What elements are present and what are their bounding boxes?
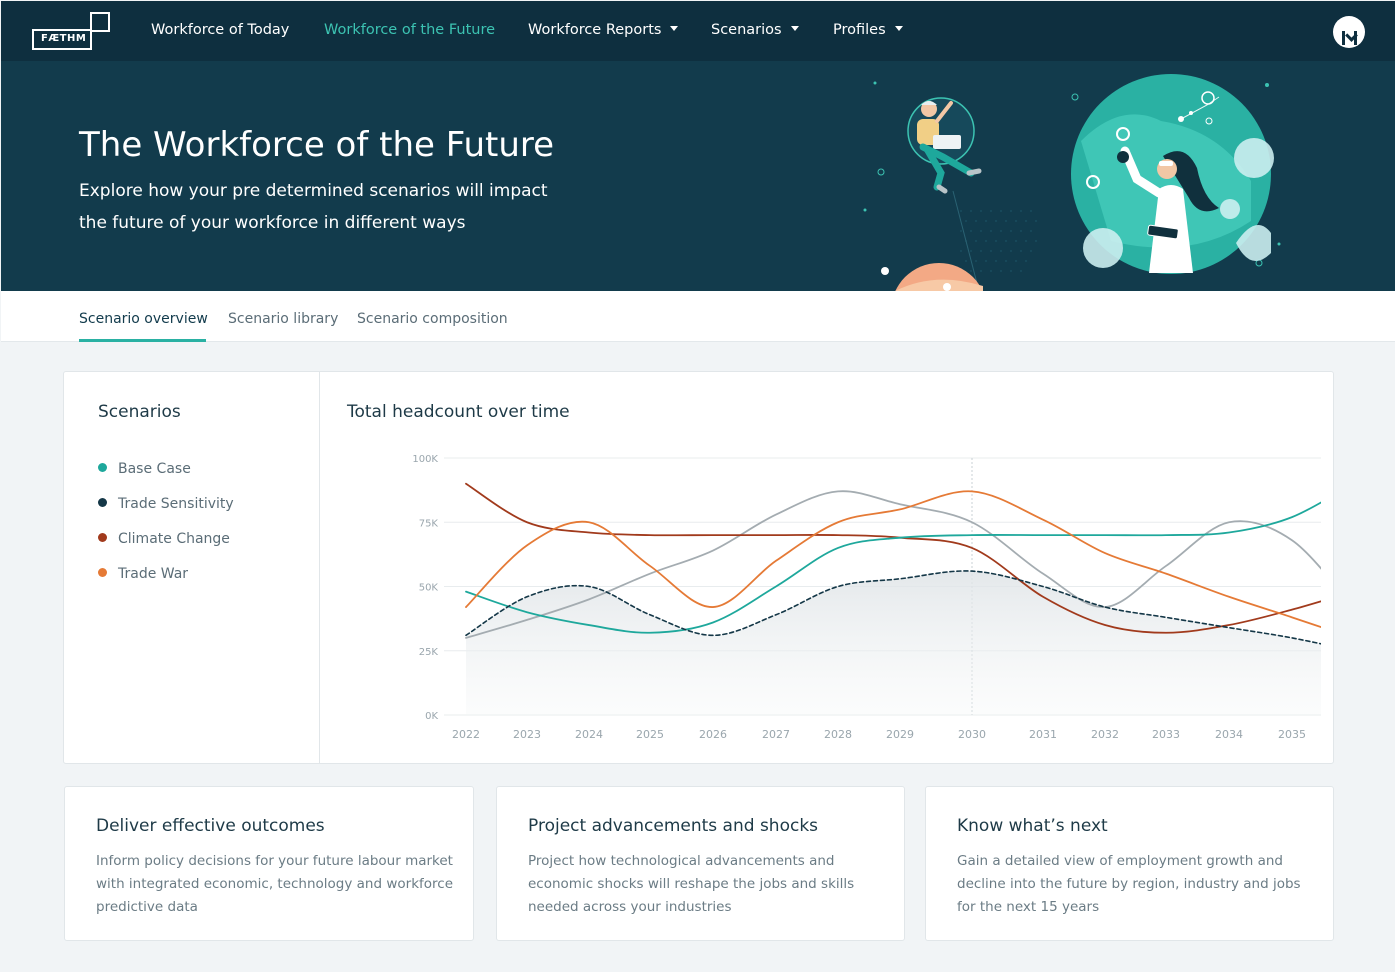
top-navigation-bar: FÆTHM Workforce of Today Workforce of th… — [1, 1, 1395, 61]
legend-item-trade-sensitivity[interactable]: Trade Sensitivity — [98, 496, 234, 512]
nav-scenarios[interactable]: Scenarios — [711, 22, 799, 38]
chevron-down-icon — [894, 25, 903, 31]
nav-label: Workforce Reports — [528, 22, 662, 38]
logo-text: FÆTHM — [41, 33, 87, 44]
tab-scenario-library[interactable]: Scenario library — [228, 311, 338, 327]
hero-subtitle: Explore how your pre determined scenario… — [79, 181, 548, 233]
x-tick-label: 2032 — [1091, 728, 1119, 741]
legend-dot — [98, 463, 107, 472]
x-tick-label: 2025 — [636, 728, 664, 741]
legend-item-base-case[interactable]: Base Case — [98, 461, 191, 477]
info-card-title: Project advancements and shocks — [528, 816, 819, 836]
hero-banner: The Workforce of the Future Explore how … — [1, 61, 1395, 291]
x-tick-label: 2033 — [1152, 728, 1180, 741]
x-tick-label: 2027 — [762, 728, 790, 741]
nav-label: Scenarios — [711, 22, 782, 38]
chevron-down-icon — [790, 25, 799, 31]
legend-dot — [98, 568, 107, 577]
legend-label: Trade War — [118, 566, 189, 582]
x-tick-label: 2035 — [1278, 728, 1306, 741]
x-tick-label: 2028 — [824, 728, 852, 741]
x-tick-label: 2030 — [958, 728, 986, 741]
scenario-overview-card: Scenarios Base Case Trade Sensitivity Cl… — [63, 371, 1334, 764]
nav-label: Workforce of Today — [151, 22, 290, 38]
hero-illustration — [863, 74, 1281, 291]
legend-dot — [98, 498, 107, 507]
info-card-title: Know what’s next — [957, 816, 1108, 836]
avatar-monogram — [1342, 31, 1357, 45]
chevron-down-icon — [670, 25, 679, 31]
tab-scenario-composition[interactable]: Scenario composition — [357, 311, 508, 327]
y-tick-label: 25K — [419, 647, 439, 658]
headcount-line-chart: 100K 75K 50K 25K 0K 2022 2023 2024 2025 2026 2027 2… — [412, 454, 1321, 741]
tab-scenario-overview[interactable]: Scenario overview — [79, 311, 208, 327]
y-tick-label: 50K — [419, 583, 439, 594]
x-tick-label: 2029 — [886, 728, 914, 741]
nav-label: Profiles — [833, 22, 886, 38]
x-tick-label: 2026 — [699, 728, 727, 741]
hero-title: The Workforce of the Future — [79, 125, 555, 165]
scenarios-title: Scenarios — [98, 402, 181, 422]
legend-label: Trade Sensitivity — [118, 496, 234, 512]
user-avatar-icon[interactable] — [1333, 16, 1365, 48]
x-tick-label: 2024 — [575, 728, 603, 741]
chart-title: Total headcount over time — [347, 402, 570, 422]
x-tick-label: 2022 — [452, 728, 480, 741]
nav-label: Workforce of the Future — [324, 22, 496, 38]
legend-item-climate-change[interactable]: Climate Change — [98, 531, 230, 547]
info-card-text: Gain a detailed view of employment growt… — [957, 853, 1301, 915]
info-card-text: Inform policy decisions for your future … — [96, 853, 454, 915]
nav-profiles[interactable]: Profiles — [833, 22, 903, 38]
active-tab-indicator — [79, 339, 206, 342]
info-card-project-advancements: Project advancements and shocks Project … — [496, 786, 905, 941]
info-card-title: Deliver effective outcomes — [96, 816, 325, 836]
nav-workforce-of-today[interactable]: Workforce of Today — [151, 22, 289, 38]
area-fill — [466, 570, 1321, 715]
scenarios-legend-panel: Scenarios Base Case Trade Sensitivity Cl… — [64, 372, 320, 763]
faethm-logo[interactable]: FÆTHM — [32, 12, 112, 52]
logo-small-square — [90, 12, 110, 32]
y-tick-label: 75K — [419, 518, 439, 529]
nav-workforce-reports[interactable]: Workforce Reports — [528, 22, 679, 38]
legend-dot — [98, 533, 107, 542]
x-tick-label: 2034 — [1215, 728, 1243, 741]
x-tick-label: 2031 — [1029, 728, 1057, 741]
info-card-deliver-outcomes: Deliver effective outcomes Inform policy… — [64, 786, 474, 941]
y-tick-label: 100K — [412, 454, 438, 465]
nav-workforce-of-the-future[interactable]: Workforce of the Future — [324, 22, 495, 38]
legend-label: Climate Change — [118, 531, 230, 547]
legend-label: Base Case — [118, 461, 191, 477]
y-tick-label: 0K — [425, 711, 438, 722]
info-card-know-whats-next: Know what’s next Gain a detailed view of… — [925, 786, 1334, 941]
x-tick-label: 2023 — [513, 728, 541, 741]
legend-item-trade-war[interactable]: Trade War — [98, 566, 188, 582]
info-card-text: Project how technological advancements a… — [528, 853, 855, 915]
scenario-tabs: Scenario overview Scenario library Scena… — [1, 291, 1395, 342]
